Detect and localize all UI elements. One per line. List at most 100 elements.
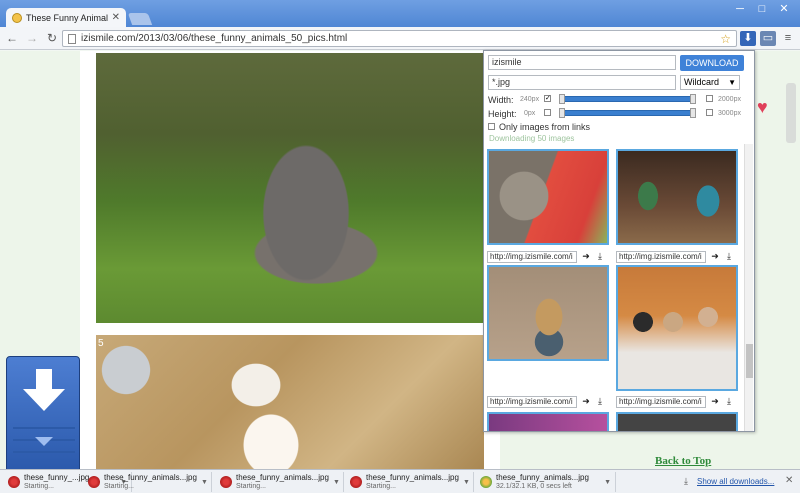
download-name: these_funny_...jpg [24, 473, 90, 482]
width-max-thumb[interactable] [690, 94, 696, 104]
heart-icon[interactable]: ♥ [757, 98, 777, 116]
file-icon [350, 476, 362, 488]
download-icon[interactable]: ⤓ [724, 251, 734, 262]
elephant-photo [96, 53, 484, 323]
download-item[interactable]: these_funny_animals...jpg Starting... ▼ [216, 472, 344, 492]
download-name: these_funny_animals...jpg [366, 473, 459, 482]
photo-number: 5 [98, 338, 104, 349]
image-thumbnail[interactable] [487, 412, 609, 431]
chevron-down-icon[interactable]: ▼ [604, 479, 611, 486]
tab-title: These Funny Animals (50 [26, 12, 108, 23]
divider-lines [13, 427, 75, 429]
image-toolbar: http://img.izismile.com/i ➜ ⤓ [487, 250, 605, 263]
download-button[interactable]: DOWNLOAD [680, 55, 744, 71]
page-scrollbar[interactable] [786, 83, 796, 143]
image-thumbnail[interactable] [487, 149, 609, 245]
open-arrow-icon[interactable]: ➜ [710, 251, 720, 262]
title-bar: These Funny Animals (50 ✕ ─ □ ✕ [0, 0, 800, 27]
chevron-down-icon [35, 437, 53, 446]
file-complete-icon [480, 476, 492, 488]
popup-scrollbar[interactable] [744, 144, 753, 431]
download-name: these_funny_animals...jpg [236, 473, 329, 482]
bookmark-star-icon[interactable]: ☆ [720, 32, 731, 46]
height-label: Height: [488, 109, 517, 119]
height-max-value: 3000px [718, 110, 741, 117]
chevron-down-icon: ▼ [728, 78, 736, 87]
site-filter-input[interactable]: izismile [488, 55, 676, 70]
file-icon [88, 476, 100, 488]
width-label: Width: [488, 95, 514, 105]
open-arrow-icon[interactable]: ➜ [710, 396, 720, 407]
download-status: Starting... [366, 483, 396, 490]
show-all-downloads-link[interactable]: Show all downloads... [697, 477, 774, 486]
status-text: Downloading 50 images [489, 134, 575, 143]
extension-icon[interactable]: ▭ [760, 31, 776, 46]
open-arrow-icon[interactable]: ➜ [581, 251, 591, 262]
download-status: Starting... [236, 483, 266, 490]
back-icon[interactable]: ← [4, 30, 20, 46]
maximize-icon[interactable]: □ [752, 2, 772, 16]
download-icon[interactable]: ⤓ [724, 396, 734, 407]
download-item[interactable]: these_funny_animals...jpg Starting... ▼ [84, 472, 212, 492]
file-icon [8, 476, 20, 488]
image-thumbnail[interactable] [616, 412, 738, 431]
only-links-label: Only images from links [499, 122, 591, 132]
height-max-checkbox[interactable] [706, 109, 713, 116]
image-url-field[interactable]: http://img.izismile.com/i [616, 395, 706, 408]
width-max-checkbox[interactable] [706, 95, 713, 102]
browser-tab[interactable]: These Funny Animals (50 ✕ [6, 8, 126, 27]
extension-filter-input[interactable]: *.jpg [488, 75, 676, 90]
image-downloader-popup: izismile DOWNLOAD *.jpg Wildcard ▼ Width… [483, 50, 755, 432]
width-max-value: 2000px [718, 96, 741, 103]
menu-icon[interactable]: ≡ [780, 31, 796, 46]
download-item[interactable]: these_funny_animals...jpg Starting... ▼ [346, 472, 474, 492]
download-icon[interactable]: ⤓ [595, 396, 605, 407]
download-extension-icon[interactable]: ⬇ [740, 31, 756, 46]
back-to-top-link[interactable]: Back to Top [655, 455, 711, 467]
height-slider[interactable] [559, 110, 694, 116]
forward-icon[interactable]: → [24, 30, 40, 46]
address-bar[interactable]: izismile.com/2013/03/06/these_funny_anim… [62, 30, 737, 47]
image-thumbnail[interactable] [616, 149, 738, 245]
filter-mode-select[interactable]: Wildcard ▼ [680, 75, 740, 90]
image-grid: http://img.izismile.com/i ➜ ⤓ http://img… [487, 144, 740, 431]
download-icon[interactable]: ⤓ [595, 251, 605, 262]
chevron-down-icon[interactable]: ▼ [333, 479, 340, 486]
close-tab-icon[interactable]: ✕ [112, 12, 120, 23]
new-tab-button[interactable] [127, 13, 153, 25]
height-min-thumb[interactable] [559, 108, 565, 118]
image-thumbnail[interactable] [616, 265, 738, 391]
image-toolbar: http://img.izismile.com/i ➜ ⤓ [616, 395, 734, 408]
download-app-icon[interactable] [6, 356, 80, 476]
download-status: 32.1/32.1 KB, 0 secs left [496, 483, 572, 490]
reload-icon[interactable]: ↻ [44, 30, 60, 46]
chevron-down-icon[interactable]: ▼ [463, 479, 470, 486]
image-url-field[interactable]: http://img.izismile.com/i [616, 250, 706, 263]
height-min-checkbox[interactable] [544, 109, 551, 116]
image-thumbnail[interactable] [487, 265, 609, 361]
image-url-field[interactable]: http://img.izismile.com/i [487, 250, 577, 263]
image-toolbar: http://img.izismile.com/i ➜ ⤓ [616, 250, 734, 263]
filter-mode-value: Wildcard [684, 77, 720, 87]
open-arrow-icon[interactable]: ➜ [581, 396, 591, 407]
download-name: these_funny_animals...jpg [104, 473, 197, 482]
site-favicon-icon [12, 12, 22, 23]
download-name: these_funny_animals...jpg [496, 473, 589, 482]
width-min-value: 240px [520, 96, 540, 103]
download-shelf: these_funny_...jpg Starting... ▼ these_fu… [0, 469, 800, 493]
close-window-icon[interactable]: ✕ [774, 2, 794, 16]
close-shelf-icon[interactable]: ✕ [785, 475, 793, 486]
width-min-thumb[interactable] [559, 94, 565, 104]
browser-toolbar: ← → ↻ izismile.com/2013/03/06/these_funn… [0, 27, 800, 50]
popup-scroll-thumb[interactable] [746, 344, 753, 378]
height-max-thumb[interactable] [690, 108, 696, 118]
url-text: izismile.com/2013/03/06/these_funny_anim… [81, 33, 348, 44]
chevron-down-icon[interactable]: ▼ [201, 479, 208, 486]
only-links-checkbox[interactable] [488, 123, 495, 130]
minimize-icon[interactable]: ─ [730, 2, 750, 16]
width-slider[interactable] [559, 96, 694, 102]
width-min-checkbox[interactable]: ✓ [544, 95, 551, 102]
image-url-field[interactable]: http://img.izismile.com/i [487, 395, 577, 408]
download-item[interactable]: these_funny_animals...jpg 32.1/32.1 KB, 0… [476, 472, 616, 492]
download-status: Starting... [24, 483, 54, 490]
